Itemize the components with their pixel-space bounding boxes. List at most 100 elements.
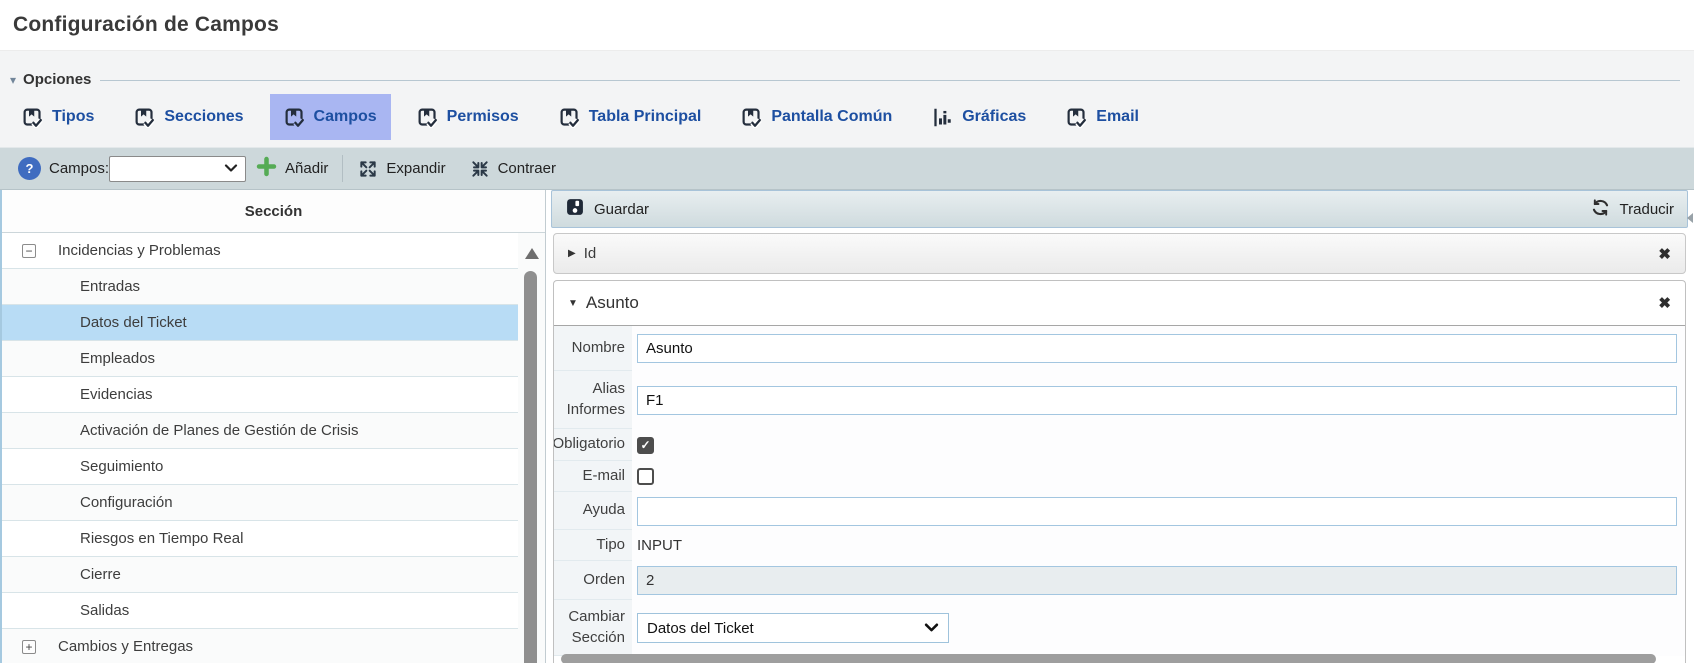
tree-item-seguimiento[interactable]: Seguimiento [2,449,518,485]
translate-button[interactable]: Traducir [1590,197,1674,222]
help-icon[interactable]: ? [18,157,41,180]
collapse-arrows-icon [470,159,490,179]
tree-item-empleados[interactable]: Empleados [2,341,518,377]
obligatorio-label: Obligatorio [554,429,632,461]
campos-toolbar: ? Campos: Añadir Expandir [0,147,1694,190]
tree-item-incidencias-y-problemas[interactable]: − Incidencias y Problemas [2,233,518,269]
form-row-nombre: Nombre [554,326,1685,371]
ayuda-input[interactable] [637,497,1677,526]
tree-item-entradas[interactable]: Entradas [2,269,518,305]
add-button[interactable]: Añadir [246,156,328,181]
section-id-header[interactable]: ▶ Id ✖ [553,233,1686,274]
tree-item-riesgos-tiempo-real[interactable]: Riesgos en Tiempo Real [2,521,518,557]
nombre-input[interactable] [637,334,1677,363]
ayuda-label: Ayuda [554,492,632,530]
options-panel: ▾ Opciones Tipos Secciones Camp [0,50,1694,147]
section-id-title: Id [584,245,597,262]
tree-item-salidas[interactable]: Salidas [2,593,518,629]
tab-secciones[interactable]: Secciones [120,94,257,140]
tree-item-activacion-planes[interactable]: Activación de Planes de Gestión de Crisi… [2,413,518,449]
tab-label: Gráficas [962,108,1026,126]
section-collapsed-arrow-icon: ▶ [568,248,576,259]
tree-header: Sección [2,190,545,233]
close-icon[interactable]: ✖ [1658,294,1671,312]
tree-scrollbar[interactable] [518,233,545,663]
tab-label: Email [1096,108,1139,126]
tree-item-configuracion[interactable]: Configuración [2,485,518,521]
form-row-email: E-mail [554,461,1685,492]
obligatorio-checkbox[interactable] [637,437,654,454]
close-icon[interactable]: ✖ [1658,245,1671,263]
tree-item-evidencias[interactable]: Evidencias [2,377,518,413]
tree-rows: − Incidencias y Problemas Entradas Datos… [2,233,518,663]
bookmark-check-icon [284,107,305,128]
tab-pantalla-comun[interactable]: Pantalla Común [727,94,906,140]
field-detail-panel: Guardar Traducir ▶ Id ✖ [551,190,1688,663]
campos-select[interactable] [109,156,246,182]
bookmark-check-icon [1066,107,1087,128]
chevron-down-icon [224,164,238,173]
alias-informes-label: Alias Informes [554,371,632,429]
collapse-arrow-icon[interactable]: ▾ [10,73,16,87]
cambiar-seccion-select[interactable]: Datos del Ticket [637,613,949,643]
cambiar-seccion-value: Datos del Ticket [647,620,754,637]
bookmark-check-icon [134,107,155,128]
tab-graficas[interactable]: Gráficas [918,94,1040,140]
tab-tipos[interactable]: Tipos [8,94,108,140]
section-expanded-arrow-icon: ▼ [568,298,578,309]
collapse-button-label: Contraer [498,160,556,177]
tab-tabla-principal[interactable]: Tabla Principal [545,94,716,140]
form-row-cambiar-seccion: Cambiar Sección Datos del Ticket [554,600,1685,656]
tab-permisos[interactable]: Permisos [403,94,533,140]
email-checkbox[interactable] [637,468,654,485]
form-row-alias-informes: Alias Informes [554,371,1685,429]
orden-input [637,566,1677,595]
expand-button-label: Expandir [386,160,445,177]
translate-button-label: Traducir [1620,201,1674,218]
campos-select-label: Campos: [49,160,109,177]
horizontal-scrollbar-thumb[interactable] [561,654,1656,663]
tipo-value: INPUT [637,537,682,554]
collapse-button[interactable]: Contraer [470,159,556,179]
save-button[interactable]: Guardar [565,197,649,221]
tree-item-cierre[interactable]: Cierre [2,557,518,593]
toolbar-divider [342,155,343,182]
orden-label: Orden [554,561,632,600]
alias-informes-input[interactable] [637,386,1677,415]
bar-chart-icon [932,107,953,128]
options-legend: Opciones [23,71,91,88]
tree-item-datos-del-ticket[interactable]: Datos del Ticket [2,305,518,341]
tree-item-cambios-y-entregas[interactable]: + Cambios y Entregas [2,629,518,663]
tab-label: Secciones [164,108,243,126]
tree-expand-icon[interactable]: + [22,640,36,654]
section-asunto-header[interactable]: ▼ Asunto ✖ [554,281,1685,326]
bookmark-check-icon [22,107,43,128]
splitter-collapse-arrow[interactable] [1687,213,1693,223]
options-legend-row: ▾ Opciones [0,51,1694,88]
sections-tree-panel: Sección − Incidencias y Problemas Entrad… [0,190,546,663]
tree-collapse-icon[interactable]: − [22,244,36,258]
save-button-label: Guardar [594,201,649,218]
scroll-up-arrow-icon[interactable] [525,248,539,259]
save-icon [565,197,585,221]
tab-label: Permisos [447,108,519,126]
form-row-obligatorio: Obligatorio [554,429,1685,461]
form-row-ayuda: Ayuda [554,492,1685,530]
title-bar: Configuración de Campos [0,0,1694,50]
tab-email[interactable]: Email [1052,94,1153,140]
legend-divider [100,80,1680,81]
section-asunto: ▼ Asunto ✖ Nombre Alias Informes [553,280,1686,663]
translate-refresh-icon [1590,197,1611,222]
expand-arrows-icon [358,159,378,179]
expand-button[interactable]: Expandir [358,159,445,179]
tree-scrollbar-thumb[interactable] [524,271,537,663]
nombre-label: Nombre [554,326,632,371]
form-row-orden: Orden [554,561,1685,600]
plus-icon [256,156,277,181]
main-area: Sección − Incidencias y Problemas Entrad… [0,190,1694,663]
bookmark-check-icon [741,107,762,128]
bookmark-check-icon [417,107,438,128]
tab-campos[interactable]: Campos [270,94,391,140]
app-window: Configuración de Campos ▾ Opciones Tipos… [0,0,1694,663]
tab-label: Pantalla Común [771,108,892,126]
